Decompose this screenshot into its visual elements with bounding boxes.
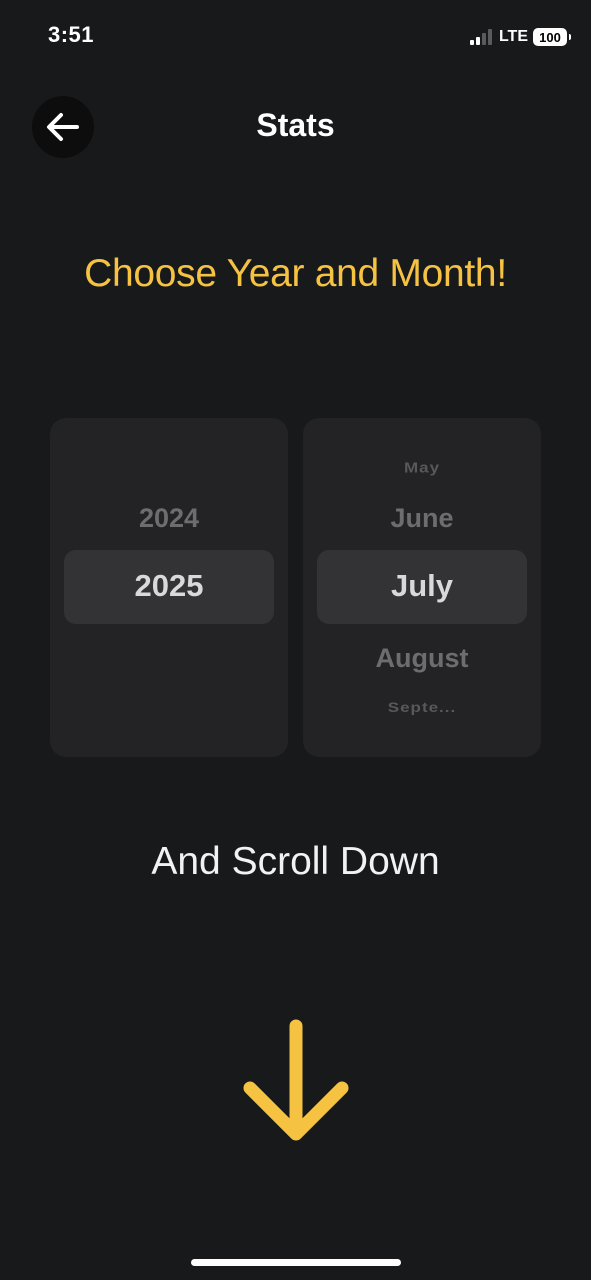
month-option-selected[interactable]: July: [303, 568, 541, 604]
month-option-next[interactable]: August: [303, 643, 541, 674]
year-option-selected[interactable]: 2025: [50, 568, 288, 604]
month-option-far-previous[interactable]: May: [303, 460, 541, 477]
month-picker[interactable]: May June July August Septe...: [303, 418, 541, 757]
arrow-down-icon: [243, 1019, 349, 1141]
battery-icon: 100: [533, 28, 571, 46]
network-label: LTE: [498, 28, 528, 45]
battery-level: 100: [539, 29, 561, 45]
status-indicators: LTE 100: [469, 24, 571, 50]
prompt-text: Choose Year and Month!: [84, 252, 507, 295]
scroll-hint-text: And Scroll Down: [151, 840, 440, 883]
status-time: 3:51: [48, 22, 95, 47]
year-picker[interactable]: 2024 2025: [50, 418, 288, 757]
home-indicator[interactable]: [191, 1259, 401, 1266]
month-option-previous[interactable]: June: [303, 503, 541, 534]
page-title: Stats: [256, 107, 335, 143]
month-option-far-next[interactable]: Septe...: [303, 700, 541, 716]
year-option-previous[interactable]: 2024: [50, 503, 288, 534]
signal-icon: [469, 29, 492, 45]
